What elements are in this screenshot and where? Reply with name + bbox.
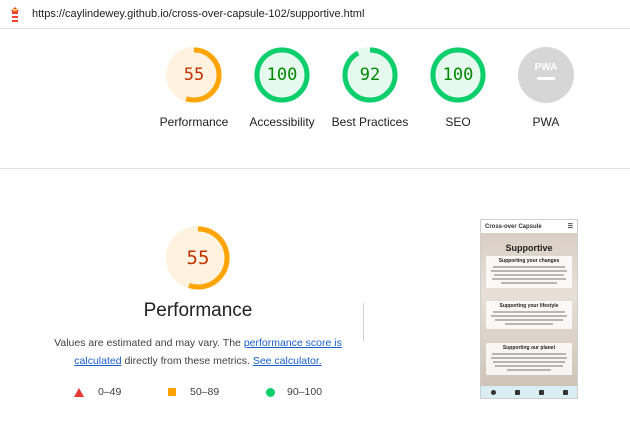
seo-gauge-ring: 100: [429, 46, 487, 104]
preview-body: Supportive Supporting your changes Suppo…: [481, 233, 577, 387]
performance-title: Performance: [143, 300, 253, 321]
description-text: Values are estimated and may vary. The: [54, 337, 244, 349]
preview-site-name: Cross-over Capsule: [485, 223, 542, 230]
preview-card: Supporting your lifestyle: [486, 301, 572, 329]
accessibility-score: 100: [266, 65, 298, 85]
square-icon: [168, 388, 176, 396]
score-gauges: 55 Performance 100 Accessibility 92 Best…: [150, 46, 590, 131]
social-icon: [562, 389, 568, 395]
social-icon: [538, 389, 544, 395]
pwa-badge-icon: PWA: [518, 47, 574, 103]
legend-average: 50–89: [168, 386, 266, 398]
preview-card-title: Supporting our planet: [502, 345, 556, 351]
best-practices-score: 92: [359, 65, 381, 85]
best-practices-gauge-ring: 92: [341, 46, 399, 104]
preview-footer: [481, 386, 577, 398]
see-calculator-link[interactable]: See calculator.: [253, 355, 322, 367]
preview-card: Supporting our planet: [486, 343, 572, 375]
gauge-label: PWA: [532, 115, 560, 129]
gauge-label: Best Practices: [331, 115, 409, 129]
legend-range: 50–89: [190, 386, 220, 398]
preview-heading: Supportive: [505, 243, 553, 253]
social-icon: [514, 389, 520, 395]
section-divider: [0, 168, 630, 169]
circle-icon: [266, 387, 275, 397]
legend-pass: 90–100: [266, 386, 322, 398]
gauge-label: Performance: [159, 115, 229, 129]
preview-card: Supporting your changes: [486, 256, 572, 288]
legend-fail: 0–49: [74, 386, 168, 398]
lighthouse-icon: [11, 7, 19, 22]
hamburger-icon: ☰: [567, 224, 573, 230]
preview-header: Cross-over Capsule ☰: [481, 220, 577, 233]
legend-range: 90–100: [287, 386, 323, 398]
page-screenshot-thumbnail[interactable]: Cross-over Capsule ☰ Supportive Supporti…: [480, 219, 578, 399]
url-bar: https://caylindewey.github.io/cross-over…: [0, 0, 630, 29]
gauge-performance[interactable]: 55 Performance: [150, 46, 238, 131]
social-icon: [490, 389, 496, 395]
performance-main-gauge: 55: [165, 225, 231, 291]
preview-card-title: Supporting your lifestyle: [499, 303, 559, 309]
score-legend: 0–49 50–89 90–100: [74, 386, 322, 398]
gauge-label: Accessibility: [249, 115, 315, 129]
performance-score: 55: [183, 65, 205, 85]
seo-score: 100: [442, 65, 474, 85]
performance-description: Values are estimated and may vary. The p…: [50, 334, 346, 370]
performance-gauge-ring: 55: [165, 46, 223, 104]
description-text-2: directly from these metrics.: [121, 355, 253, 367]
gauge-label: SEO: [445, 115, 471, 129]
gauge-pwa[interactable]: PWA PWA: [502, 46, 590, 131]
gauge-seo[interactable]: 100 SEO: [414, 46, 502, 131]
gauge-best-practices[interactable]: 92 Best Practices: [326, 46, 414, 131]
gauge-accessibility[interactable]: 100 Accessibility: [238, 46, 326, 131]
performance-main-score: 55: [186, 247, 210, 269]
vertical-divider: [363, 303, 364, 341]
legend-range: 0–49: [98, 386, 122, 398]
pwa-gauge-ring: PWA: [517, 46, 575, 104]
accessibility-gauge-ring: 100: [253, 46, 311, 104]
page-url[interactable]: https://caylindewey.github.io/cross-over…: [32, 8, 364, 20]
preview-card-title: Supporting your changes: [498, 258, 560, 264]
svg-text:PWA: PWA: [535, 62, 558, 73]
triangle-icon: [74, 387, 84, 397]
